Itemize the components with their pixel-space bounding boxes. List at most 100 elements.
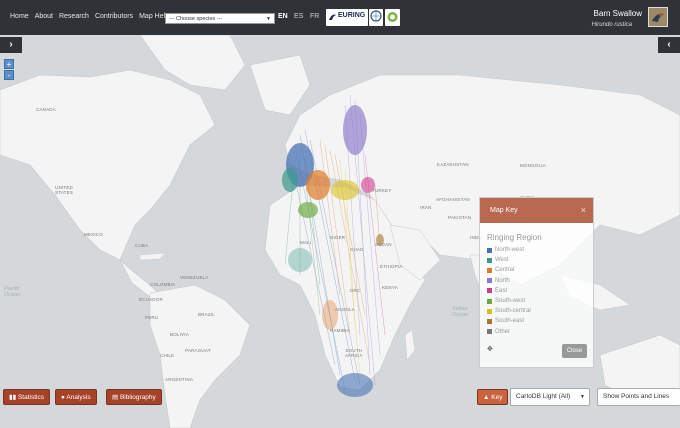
zoom-in-button[interactable]: + xyxy=(4,59,14,69)
label-argentina: ARGENTINA xyxy=(165,377,194,382)
legend-item: South-west xyxy=(487,296,593,306)
label-angola: ANGOLA xyxy=(335,307,355,312)
nav-about[interactable]: About xyxy=(35,13,53,20)
label-mexico: MEXICO xyxy=(84,232,103,237)
label-sudan: SUDAN xyxy=(375,242,392,247)
bibliography-button[interactable]: ▤ Bibliography xyxy=(106,389,162,405)
key-button[interactable]: ▲ Key xyxy=(477,389,509,405)
label-pacific-ocean: Pacific Ocean xyxy=(4,286,21,298)
legend-item: Central xyxy=(487,265,593,275)
legend-item: North xyxy=(487,276,593,286)
chevron-up-icon: ▲ xyxy=(483,394,492,401)
close-icon[interactable]: × xyxy=(581,198,586,223)
label-canada: CANADA xyxy=(36,107,56,112)
lang-en[interactable]: EN xyxy=(278,13,288,20)
top-navbar: Home About Research Contributors Map Hel… xyxy=(0,0,680,35)
basemap-value: CartoDB Light (All) xyxy=(516,393,571,400)
label-iran: IRAN xyxy=(420,205,432,210)
label-namibia: NAMIBIA xyxy=(330,328,350,333)
right-panel-toggle[interactable]: ‹ xyxy=(658,37,680,53)
euring-bird-icon xyxy=(329,14,336,20)
label-turkey: TURKEY xyxy=(372,188,392,193)
nav-home[interactable]: Home xyxy=(10,13,29,20)
legend-label: North-west xyxy=(495,247,525,254)
main-nav: Home About Research Contributors Map Hel… xyxy=(10,13,169,20)
species-photo[interactable] xyxy=(648,7,668,27)
move-icon[interactable]: ✥ xyxy=(487,345,493,353)
label-ethiopia: ETHIOPIA xyxy=(380,264,403,269)
label-drc: DRC xyxy=(350,288,361,293)
label-chad: CHAD xyxy=(350,247,364,252)
legend-swatch xyxy=(487,329,492,335)
legend-swatch xyxy=(487,288,492,294)
legend-swatch xyxy=(487,267,492,273)
legend-label: West xyxy=(495,257,509,264)
display-mode-select[interactable]: Show Points and Lines xyxy=(597,388,680,406)
legend-label: Central xyxy=(495,267,515,274)
label-peru: PERU xyxy=(145,315,159,320)
label-pakistan: PAKISTAN xyxy=(448,215,472,220)
chevron-down-icon: ▼ xyxy=(266,16,271,22)
zoom-out-button[interactable]: - xyxy=(4,70,14,80)
legend-label: Other xyxy=(495,328,511,335)
species-select[interactable]: --- Choose species --- ▼ xyxy=(165,13,275,24)
species-latin-name: Hirundo rustica xyxy=(591,22,632,28)
legend-label: South-central xyxy=(495,308,531,315)
label-chile: CHILE xyxy=(160,353,175,358)
legend-item: South-central xyxy=(487,306,593,316)
legend-swatch xyxy=(487,278,492,284)
map-canvas[interactable]: CANADA UNITED STATES MEXICO CUBA Pacific… xyxy=(0,35,680,428)
label-mongolia: MONGOLIA xyxy=(520,163,546,168)
map-key-header[interactable]: Map Key × xyxy=(480,198,593,223)
map-key-panel: Map Key × Ringing Region North-west West… xyxy=(479,197,594,368)
chevron-down-icon: ▼ xyxy=(580,394,585,400)
legend-item: South-east xyxy=(487,316,593,326)
analysis-label: Analysis xyxy=(66,394,91,401)
swirl-logo-icon xyxy=(387,12,398,22)
species-common-name: Barn Swallow xyxy=(593,9,642,18)
label-ecuador: ECUADOR xyxy=(139,297,163,302)
left-panel-toggle[interactable]: › xyxy=(0,37,22,53)
legend-swatch xyxy=(487,318,492,324)
bar-chart-icon: ▮▮ xyxy=(9,394,18,401)
nav-contributors[interactable]: Contributors xyxy=(95,13,133,20)
lang-es[interactable]: ES xyxy=(294,13,303,20)
legend-item: East xyxy=(487,286,593,296)
label-niger: NIGER xyxy=(330,235,346,240)
legend-swatch xyxy=(487,298,492,304)
nav-research[interactable]: Research xyxy=(59,13,89,20)
book-icon: ▤ xyxy=(112,394,120,401)
legend-label: East xyxy=(495,287,508,294)
label-kenya: KENYA xyxy=(382,285,398,290)
legend-swatch xyxy=(487,308,492,314)
species-select-value: --- Choose species --- xyxy=(169,16,223,22)
label-venezuela: VENEZUELA xyxy=(180,275,209,280)
display-mode-value: Show Points and Lines xyxy=(603,393,670,400)
label-cuba: CUBA xyxy=(135,243,149,248)
label-paraguay: PARAGUAY xyxy=(185,348,211,353)
legend-list: North-west West Central North East South… xyxy=(480,245,593,337)
bibliography-label: Bibliography xyxy=(119,394,156,401)
lang-fr[interactable]: FR xyxy=(310,13,319,20)
basemap-select[interactable]: CartoDB Light (All) ▼ xyxy=(510,388,590,406)
legend-label: North xyxy=(495,277,510,284)
label-mali: MALI xyxy=(300,240,312,245)
label-south-africa: SOUTH AFRICA xyxy=(345,348,363,358)
cms-globe-icon xyxy=(370,10,382,22)
close-button[interactable]: Close xyxy=(562,344,587,358)
label-kazakhstan: KAZAKHSTAN xyxy=(437,162,469,167)
analysis-button[interactable]: ● Analysis xyxy=(55,389,97,405)
legend-item: West xyxy=(487,255,593,265)
legend-swatch xyxy=(487,247,492,253)
key-label: Key xyxy=(491,394,503,401)
bird-photo-icon xyxy=(649,8,667,26)
label-indian-ocean: Indian Ocean xyxy=(452,306,469,318)
statistics-label: Statistics xyxy=(17,394,44,401)
legend-label: South-west xyxy=(495,298,526,305)
label-brazil: BRAZIL xyxy=(198,312,215,317)
label-bolivia: BOLIVIA xyxy=(170,332,189,337)
statistics-button[interactable]: ▮▮ Statistics xyxy=(3,389,50,405)
label-united-states: UNITED STATES xyxy=(55,185,74,195)
legend-swatch xyxy=(487,257,492,263)
map-key-title: Map Key xyxy=(490,207,518,214)
